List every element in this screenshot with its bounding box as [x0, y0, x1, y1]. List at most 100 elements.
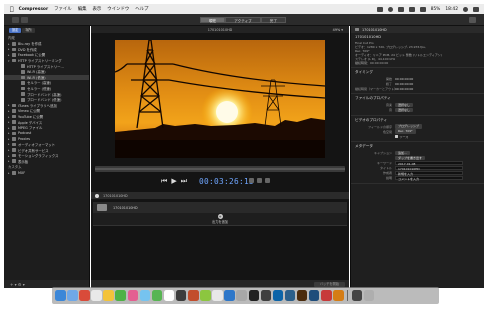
dock-app-icon[interactable]	[224, 290, 235, 301]
source-checkbox[interactable]	[395, 134, 399, 139]
dock-app-icon[interactable]	[212, 290, 223, 301]
play-icon[interactable]: ▶	[171, 177, 176, 186]
sidebar-item[interactable]: ▸ MXF	[4, 170, 89, 176]
dock-app-icon[interactable]	[308, 290, 320, 301]
video-viewer[interactable]	[115, 40, 325, 158]
menu-view[interactable]: 表示	[93, 6, 102, 12]
author-field[interactable]: 新規を入力	[395, 170, 463, 176]
dock-app-icon[interactable]	[91, 290, 102, 301]
mark-in-icon[interactable]	[249, 178, 254, 183]
preset-icon	[21, 75, 25, 80]
tab-current[interactable]: 現在	[200, 17, 226, 23]
timing-start-value[interactable]: 00:00:00:00	[395, 77, 480, 81]
add-output-button[interactable]: + 出力を追加	[212, 214, 228, 224]
tab-active[interactable]: アクティブ	[225, 17, 261, 23]
timing-end-value[interactable]: 00:00:00:00	[395, 82, 480, 86]
dock-app-icon[interactable]	[79, 290, 90, 301]
sidebar-item-label: 表示板	[18, 159, 29, 164]
dock-app-icon[interactable]	[321, 290, 332, 301]
dock-app-icon[interactable]	[55, 290, 66, 301]
menu-help[interactable]: ヘルプ	[135, 6, 148, 12]
title-field[interactable]: 170101010HD	[395, 165, 463, 171]
dock-app-icon[interactable]	[127, 290, 139, 301]
dock-app-icon[interactable]	[151, 290, 163, 301]
dock-app-icon[interactable]	[248, 290, 259, 301]
start-batch-button[interactable]: バッチを開始	[313, 281, 345, 287]
timing-label: 終了	[385, 81, 392, 86]
caption-add-popup[interactable]: 追加...	[395, 150, 410, 156]
menu-window[interactable]: ウインドウ	[107, 6, 129, 12]
wifi-icon[interactable]	[408, 6, 415, 12]
add-file-button[interactable]	[21, 16, 28, 23]
sidebar-footer-controls[interactable]: + ▾ ⚙ ▾	[10, 282, 25, 287]
tab-locations[interactable]: 場所	[22, 28, 35, 33]
inspector-header: 170101010HD	[351, 26, 484, 33]
notification-center-icon[interactable]	[473, 6, 479, 12]
folder-icon	[12, 53, 16, 57]
dock-app-icon[interactable]	[188, 290, 199, 301]
tab-settings[interactable]: 設定	[9, 28, 22, 33]
menu-clock[interactable]: 18:42	[445, 7, 458, 12]
file-props-title: ファイルのプロパティ	[355, 96, 391, 100]
status-app-icon[interactable]	[376, 6, 383, 12]
search-icon[interactable]	[463, 6, 468, 12]
dock-app-icon[interactable]	[200, 290, 211, 301]
preset-icon	[21, 97, 25, 102]
file-info-line: 継続時間：00:00:00:00	[355, 60, 389, 65]
dock-app-icon[interactable]	[103, 290, 114, 301]
dock-app-icon[interactable]	[115, 290, 126, 301]
inspector-toggle-button[interactable]	[469, 17, 476, 23]
dock-app-icon[interactable]	[333, 290, 344, 301]
folder-icon	[12, 148, 16, 152]
dock-app-icon[interactable]	[163, 290, 175, 301]
dock-app-icon[interactable]	[296, 290, 308, 301]
timecode-display: 00:03:26:15	[199, 177, 254, 186]
dock-app-icon[interactable]	[260, 290, 272, 301]
tab-completed[interactable]: 完了	[260, 17, 286, 23]
dock-app-icon[interactable]	[284, 290, 296, 301]
dock-app-icon[interactable]	[363, 290, 375, 301]
job-item[interactable]: 170101010HD + 出力を追加	[93, 202, 347, 258]
viewer-options-icon[interactable]	[265, 178, 270, 183]
viewer-header: 170101010HD 49% ▾	[91, 26, 349, 33]
bluetooth-icon[interactable]	[397, 6, 404, 12]
description-field[interactable]: コメントを入力	[395, 175, 463, 181]
timeline-scrubber[interactable]	[95, 166, 345, 172]
sidebar-toggle-button[interactable]	[12, 16, 19, 23]
job-source-row[interactable]: 170101010HD	[93, 202, 347, 213]
transport-controls: ⏮ ▶ ⏭ 00:03:26:15	[91, 176, 349, 186]
battery-percent[interactable]: 85%	[431, 7, 441, 12]
sunset-frame-image	[115, 40, 325, 158]
field-order-popup[interactable]: プログレッシブ	[395, 124, 423, 129]
volume-icon[interactable]	[419, 6, 426, 12]
zoom-popup[interactable]: 49% ▾	[333, 28, 343, 32]
clock-status-icon[interactable]	[387, 6, 393, 12]
app-menu[interactable]: Compressor	[19, 7, 49, 12]
sidebar-item-label: HTTP ライブストリーミング	[18, 59, 62, 64]
music-popup[interactable]: 選択なし	[395, 102, 414, 108]
job-source-name: 170101010HD	[113, 205, 138, 210]
mark-out-icon[interactable]	[257, 178, 262, 183]
apple-menu-icon[interactable]: 	[10, 6, 14, 13]
menu-file[interactable]: ファイル	[54, 6, 72, 12]
sidebar-item-label: セルラー (低速)	[27, 87, 52, 92]
keywords-field[interactable]: 2017-01-08	[395, 160, 463, 166]
dock-app-icon[interactable]	[67, 290, 78, 301]
previous-frame-icon[interactable]: ⏮	[161, 177, 167, 186]
dock-app-icon[interactable]	[139, 290, 151, 301]
folder-icon	[12, 171, 16, 175]
timing-label: 開始	[385, 76, 392, 81]
dock-app-icon[interactable]	[351, 290, 363, 301]
video-props-section: ビデオのプロパティ フィールドの順序 プログレッシブ 色空間 Rec. 709* ソ…	[351, 116, 484, 142]
dock-app-icon[interactable]	[272, 290, 284, 301]
next-frame-icon[interactable]: ⏭	[181, 177, 187, 186]
color-space-popup[interactable]: Rec. 709*	[395, 129, 416, 134]
dock-app-icon[interactable]	[175, 290, 187, 301]
menu-edit[interactable]: 編集	[78, 6, 87, 12]
dock	[52, 287, 439, 304]
dock-app-icon[interactable]	[236, 290, 247, 301]
sidebar-item-label: セルラー (高速)	[27, 81, 52, 86]
sound-popup[interactable]: 選択なし	[395, 107, 414, 113]
source-checkbox-label: ソース	[399, 134, 409, 139]
meta-label: キーワード	[376, 161, 392, 165]
